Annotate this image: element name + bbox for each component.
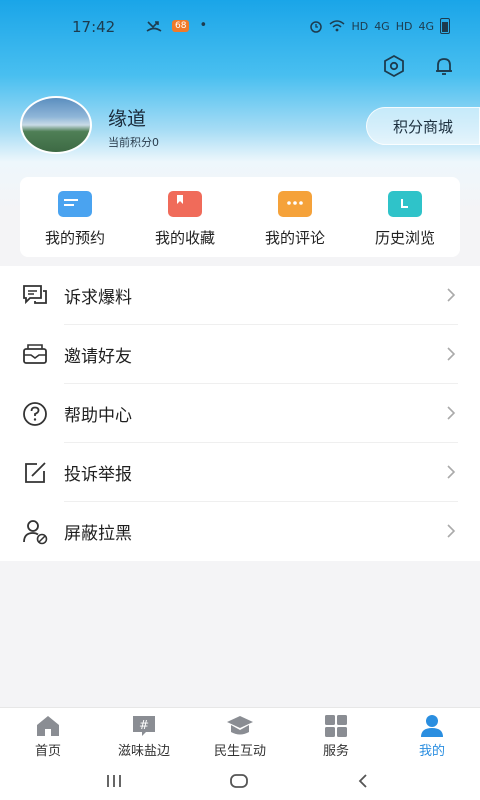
alarm-icon — [310, 21, 323, 33]
user-icon — [421, 715, 443, 737]
chevron-right-icon — [447, 288, 456, 302]
quick-action-comments[interactable]: 我的评论 — [240, 177, 350, 257]
network-hd-1: HD — [351, 19, 369, 33]
invite-mail-icon — [23, 344, 47, 364]
back-icon[interactable] — [348, 769, 378, 793]
hashtag-icon: # — [133, 716, 155, 736]
menu-item-label: 帮助中心 — [64, 406, 132, 426]
quick-action-history[interactable]: 历史浏览 — [350, 177, 460, 257]
report-edit-icon — [25, 462, 46, 483]
missed-call-icon — [146, 20, 162, 32]
chevron-right-icon — [447, 524, 456, 538]
quick-action-label: 我的预约 — [44, 229, 105, 247]
quick-action-reservation[interactable]: 我的预约 — [20, 177, 130, 257]
recent-apps-icon[interactable] — [99, 769, 129, 793]
home-nav-icon[interactable] — [224, 769, 254, 793]
network-4g-2: 4G — [418, 19, 434, 33]
grid-icon — [325, 715, 347, 737]
graduation-cap-icon — [227, 716, 253, 735]
menu-item-label: 邀请好友 — [64, 347, 132, 367]
block-user-icon — [23, 520, 48, 545]
chevron-right-icon — [447, 465, 456, 479]
dot-icon: • — [199, 18, 208, 33]
comment-icon — [278, 191, 312, 217]
network-4g-1: 4G — [374, 19, 390, 33]
network-hd-2: HD — [395, 19, 413, 33]
settings-menu: 诉求爆料 邀请好友 帮助中心 投诉举报 屏蔽拉黑 — [0, 266, 480, 561]
menu-item-label: 投诉举报 — [64, 465, 132, 485]
system-navigation-bar — [0, 765, 480, 800]
reservation-icon — [58, 191, 92, 217]
menu-item-label: 屏蔽拉黑 — [64, 524, 132, 544]
username: 缘道 — [108, 108, 147, 130]
chevron-right-icon — [447, 347, 456, 361]
quick-action-label: 历史浏览 — [374, 229, 435, 247]
quick-action-label: 我的收藏 — [154, 229, 215, 247]
header-actions — [380, 52, 458, 80]
menu-item-appeal[interactable]: 诉求爆料 — [0, 266, 480, 325]
svg-text:#: # — [139, 718, 149, 732]
menu-item-help[interactable]: 帮助中心 — [0, 384, 480, 443]
status-bar: 17:42 68 • HD 4G HD 4G — [0, 0, 480, 56]
wifi-icon — [329, 20, 345, 32]
history-icon — [388, 191, 422, 217]
status-notification-icons: 68 • — [146, 18, 207, 33]
quick-actions-card: 我的预约 我的收藏 我的评论 历史浏览 — [20, 177, 460, 257]
points-label: 当前积分0 — [108, 136, 159, 149]
status-time: 17:42 — [72, 18, 116, 36]
menu-item-block[interactable]: 屏蔽拉黑 — [0, 502, 480, 561]
help-icon — [23, 402, 47, 426]
tab-local-flavor[interactable]: # 滋味盐边 — [96, 708, 192, 765]
quick-action-label: 我的评论 — [264, 229, 325, 247]
points-mall-button[interactable]: 积分商城 — [366, 107, 480, 145]
menu-item-invite[interactable]: 邀请好友 — [0, 325, 480, 384]
bell-icon[interactable] — [430, 52, 458, 80]
tab-label: 滋味盐边 — [117, 744, 170, 759]
tab-label: 我的 — [418, 744, 445, 759]
settings-hex-icon[interactable] — [380, 52, 408, 80]
tab-label: 民生互动 — [213, 744, 266, 759]
tab-services[interactable]: 服务 — [288, 708, 384, 765]
home-icon — [37, 716, 59, 736]
tab-livelihood[interactable]: 民生互动 — [192, 708, 288, 765]
tab-label: 服务 — [322, 744, 349, 759]
status-system-icons: HD 4G HD 4G — [309, 18, 450, 34]
bookmark-icon — [168, 191, 202, 217]
quick-action-favorites[interactable]: 我的收藏 — [130, 177, 240, 257]
bottom-tab-bar: 首页 # 滋味盐边 民生互动 服务 我的 — [0, 707, 480, 765]
tab-home[interactable]: 首页 — [0, 708, 96, 765]
app-notification-badge: 68 — [172, 19, 190, 32]
tab-mine[interactable]: 我的 — [384, 708, 480, 765]
menu-item-report[interactable]: 投诉举报 — [0, 443, 480, 502]
chevron-right-icon — [447, 406, 456, 420]
battery-icon — [440, 18, 450, 34]
appeal-icon — [23, 285, 47, 305]
tab-label: 首页 — [34, 744, 61, 759]
avatar[interactable] — [20, 96, 92, 154]
menu-item-label: 诉求爆料 — [64, 288, 132, 308]
